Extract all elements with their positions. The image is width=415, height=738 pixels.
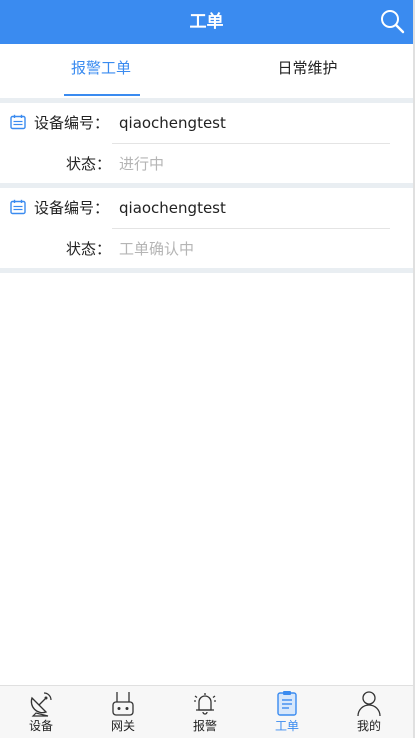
router-icon <box>112 692 134 716</box>
nav-workorders[interactable]: 工单 <box>246 686 328 738</box>
device-row: 设备编号： qiaochengtest <box>10 103 226 143</box>
tab-bar: 报警工单 日常维护 <box>0 44 413 98</box>
nav-gateway[interactable]: 网关 <box>82 686 164 738</box>
status-value: 工单确认中 <box>119 240 195 258</box>
clipboard-icon <box>277 691 297 716</box>
calendar-icon <box>10 114 26 129</box>
nav-profile[interactable]: 我的 <box>328 686 410 738</box>
nav-label: 报警 <box>192 719 217 733</box>
status-label: 状态： <box>66 155 112 173</box>
device-id-label: 设备编号： <box>34 199 110 217</box>
status-value: 进行中 <box>119 155 165 173</box>
nav-alarms[interactable]: 报警 <box>164 686 246 738</box>
nav-label: 网关 <box>110 719 135 733</box>
user-icon <box>357 691 381 717</box>
page-title: 工单 <box>189 12 224 32</box>
active-tab-indicator <box>64 94 140 96</box>
device-id-value: qiaochengtest <box>119 199 226 217</box>
device-id-value: qiaochengtest <box>119 114 226 132</box>
tab-label: 日常维护 <box>277 59 338 77</box>
satellite-dish-icon <box>30 692 52 717</box>
tab-label: 报警工单 <box>70 59 131 77</box>
calendar-icon <box>10 199 26 214</box>
status-label: 状态： <box>66 240 112 258</box>
app-header: 工单 <box>0 0 413 44</box>
workorder-card[interactable]: 设备编号： qiaochengtest 状态： 工单确认中 <box>0 188 413 268</box>
workorder-card[interactable]: 设备编号： qiaochengtest 状态： 进行中 <box>0 103 413 183</box>
bell-icon <box>194 693 216 715</box>
tab-daily-maintenance[interactable]: 日常维护 <box>250 44 365 98</box>
tab-alarm-workorders[interactable]: 报警工单 <box>40 44 162 98</box>
device-row: 设备编号： qiaochengtest <box>10 188 226 228</box>
nav-devices[interactable]: 设备 <box>0 686 82 738</box>
nav-label: 我的 <box>356 719 381 733</box>
device-id-label: 设备编号： <box>34 114 110 132</box>
nav-label: 设备 <box>28 719 53 733</box>
nav-label: 工单 <box>274 719 299 733</box>
search-icon[interactable] <box>379 8 405 34</box>
bottom-nav: 设备 网关 报警 工单 我的 <box>0 685 413 738</box>
divider <box>0 268 413 273</box>
